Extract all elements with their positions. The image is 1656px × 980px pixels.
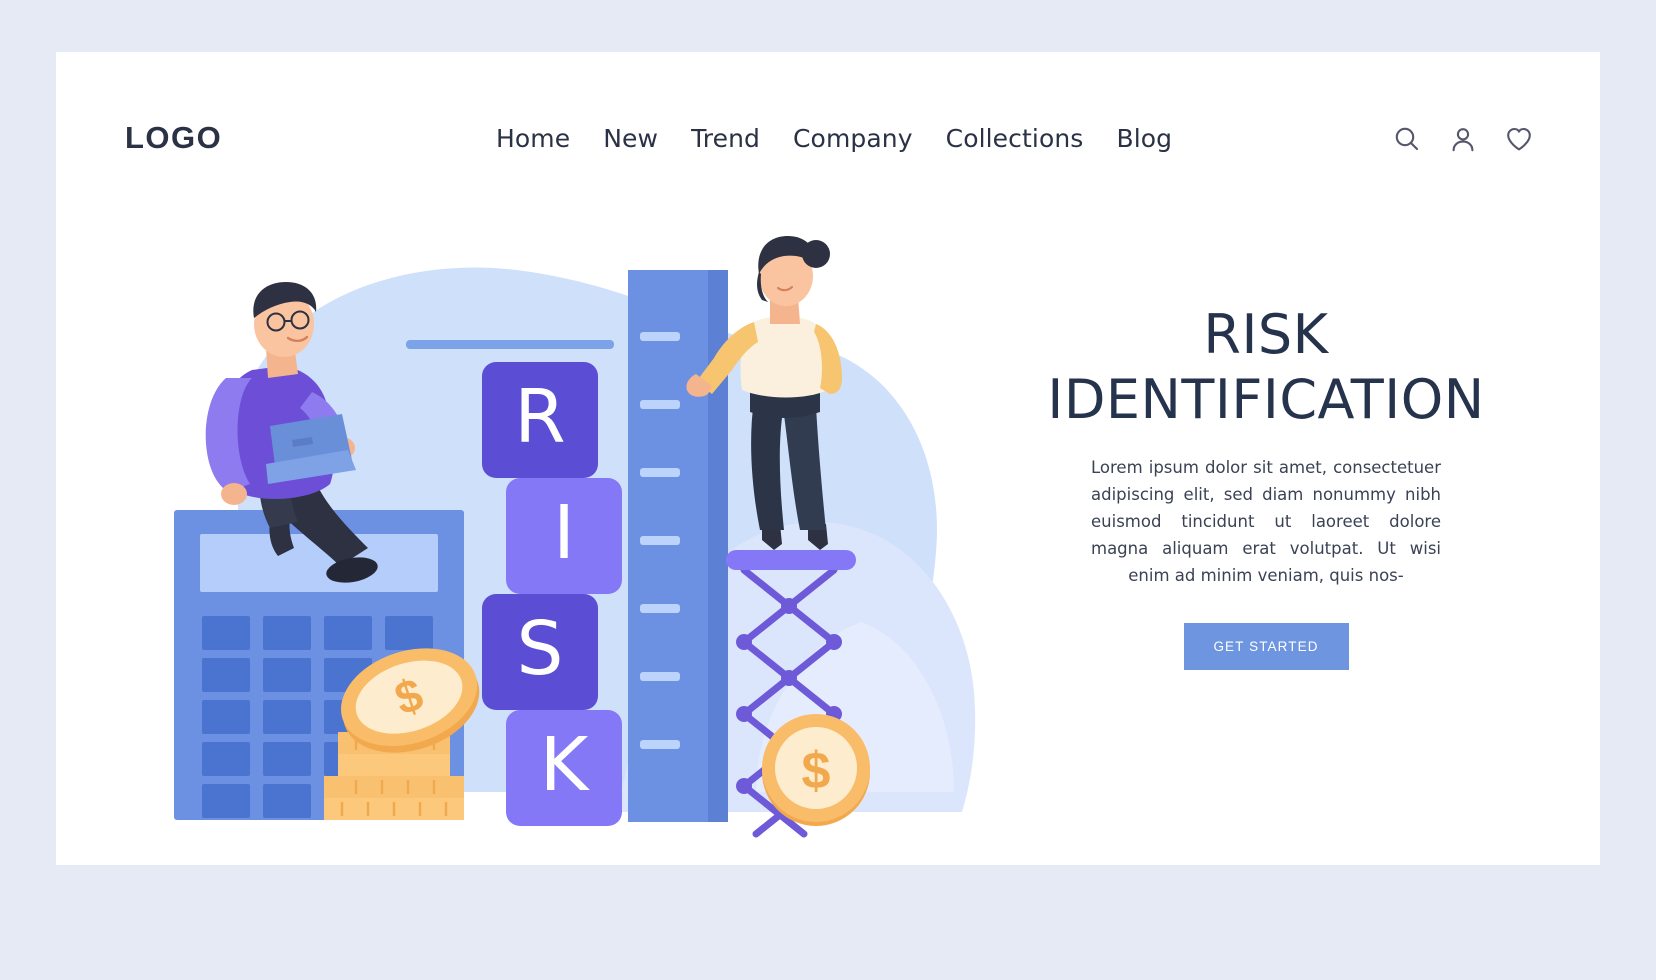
hero-paragraph: Lorem ipsum dolor sit amet, consectetuer… <box>1091 458 1441 585</box>
risk-block-s: S <box>482 594 598 710</box>
nav-item-new[interactable]: New <box>603 124 658 153</box>
risk-block-r: R <box>482 362 598 478</box>
shelf-line <box>406 340 614 349</box>
page-title: RISK IDENTIFICATION <box>986 302 1546 432</box>
lift-platform <box>726 550 856 570</box>
risk-block-letter: R <box>514 374 565 460</box>
risk-block-letter: K <box>540 722 591 808</box>
nav-item-trend[interactable]: Trend <box>691 124 760 153</box>
hero-content: RISK IDENTIFICATION Lorem ipsum dolor si… <box>986 302 1546 670</box>
hair-bun <box>802 240 830 268</box>
risk-block-k: K <box>506 710 622 826</box>
coin-dollar-symbol: $ <box>802 742 831 800</box>
user-icon[interactable] <box>1448 124 1478 154</box>
main-navigation: Home New Trend Company Collections Blog <box>496 124 1172 153</box>
get-started-button[interactable]: GET STARTED <box>1183 623 1349 670</box>
logo[interactable]: LOGO <box>125 120 222 156</box>
page-title-line-1: RISK <box>1203 303 1329 366</box>
dollar-coin-small: $ <box>762 714 870 826</box>
ruler-illustration <box>628 270 728 822</box>
nav-item-blog[interactable]: Blog <box>1116 124 1172 153</box>
hero-illustration: $ R I S K $ <box>116 192 1016 852</box>
risk-block-letter: S <box>517 606 564 692</box>
nav-item-home[interactable]: Home <box>496 124 570 153</box>
nav-item-company[interactable]: Company <box>793 124 913 153</box>
header-icon-group <box>1392 124 1534 154</box>
nav-item-collections[interactable]: Collections <box>946 124 1084 153</box>
heart-icon[interactable] <box>1504 124 1534 154</box>
risk-block-i: I <box>506 478 622 594</box>
landing-page-card: LOGO Home New Trend Company Collections … <box>56 52 1600 865</box>
search-icon[interactable] <box>1392 124 1422 154</box>
risk-block-letter: I <box>553 490 575 576</box>
page-title-line-2: IDENTIFICATION <box>1047 368 1485 431</box>
